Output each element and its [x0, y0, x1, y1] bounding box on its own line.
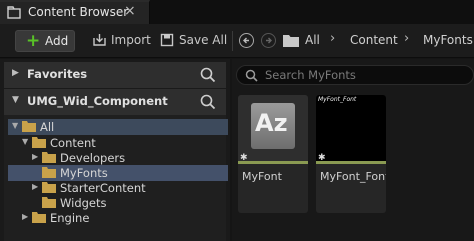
project-section[interactable]: ▼ UMG_Wid_Component: [4, 89, 226, 115]
toolbar-divider: [232, 31, 233, 51]
favorites-label: Favorites: [27, 67, 88, 81]
sources-panel: ▶ Favorites ▼ UMG_Wid_Component ▼ All ▼ …: [0, 59, 230, 241]
project-label: UMG_Wid_Component: [27, 94, 168, 108]
asset-tile-myfont[interactable]: Az ✱ MyFont: [238, 95, 308, 213]
add-button[interactable]: + Add: [15, 30, 75, 52]
asset-tile-myfont-font[interactable]: MyFont_Font ✱ MyFont_Font: [316, 95, 386, 213]
tree-item-label: All: [40, 120, 55, 134]
tree-item-widgets[interactable]: Widgets: [8, 195, 228, 211]
font-icon: Az: [251, 103, 295, 149]
expand-arrow-icon[interactable]: ▶: [32, 152, 38, 161]
asset-thumbnail: MyFont_Font ✱: [316, 95, 386, 163]
folder-open-icon: [32, 137, 46, 148]
folder-icon: [42, 167, 56, 178]
folder-icon: [42, 197, 56, 208]
import-button[interactable]: Import: [92, 31, 151, 51]
save-icon: [160, 33, 174, 47]
tree-item-label: StarterContent: [60, 181, 146, 195]
tree-item-startercontent[interactable]: ▶ StarterContent: [8, 180, 228, 196]
asset-thumbnail: Az ✱: [238, 95, 308, 163]
tree-item-developers[interactable]: ▶ Developers: [8, 150, 228, 166]
search-icon[interactable]: [200, 94, 216, 110]
folder-icon: [283, 35, 299, 47]
tab-content-browser[interactable]: Content Browser ×: [0, 0, 150, 24]
tab-bar: Content Browser ×: [0, 0, 474, 24]
folder-icon: [32, 212, 46, 223]
tree-item-label: Content: [50, 136, 96, 150]
favorites-section[interactable]: ▶ Favorites: [4, 62, 226, 88]
font-preview-text: MyFont_Font: [318, 96, 357, 103]
asset-name: MyFont: [242, 170, 282, 183]
tab-title: Content Browser: [28, 5, 129, 19]
plus-icon: +: [26, 31, 41, 51]
asset-view-panel: Az ✱ MyFont MyFont_Font ✱ MyFont_Font: [232, 59, 474, 241]
search-input[interactable]: [265, 67, 465, 83]
folder-open-icon: [22, 121, 36, 132]
expand-arrow-icon[interactable]: ▶: [32, 182, 38, 191]
import-label: Import: [111, 33, 151, 47]
toolbar: + Add Import Save All All › Content › My…: [0, 24, 474, 58]
breadcrumb-myfonts[interactable]: MyFonts: [423, 33, 473, 47]
tree-item-label: Engine: [50, 211, 90, 225]
folder-tree: ▼ All ▼ Content ▶ Developers MyFonts ▶ S…: [4, 115, 228, 241]
collapse-arrow-icon[interactable]: ▼: [12, 95, 19, 105]
font-icon-text: Az: [255, 109, 288, 137]
tree-item-engine[interactable]: ▶ Engine: [8, 210, 228, 226]
tree-item-myfonts[interactable]: MyFonts: [8, 165, 228, 181]
expand-arrow-icon[interactable]: ▶: [12, 68, 19, 78]
expand-arrow-icon[interactable]: ▶: [22, 212, 28, 221]
folder-icon: [42, 152, 56, 163]
tree-item-label: Developers: [60, 151, 126, 165]
tree-item-content[interactable]: ▼ Content: [8, 135, 228, 151]
close-icon[interactable]: ×: [124, 3, 136, 19]
chevron-right-icon: ›: [404, 31, 410, 46]
asset-name: MyFont_Font: [320, 170, 386, 183]
forward-arrow-icon[interactable]: [261, 33, 276, 48]
save-all-label: Save All: [179, 33, 228, 47]
back-arrow-icon[interactable]: [239, 33, 254, 48]
content-browser-icon: [7, 6, 21, 19]
tree-item-label: MyFonts: [60, 166, 108, 180]
add-label: Add: [45, 34, 69, 48]
breadcrumb-all[interactable]: All: [305, 33, 320, 47]
asset-search-bar[interactable]: [236, 65, 474, 85]
folder-icon: [42, 182, 56, 193]
collapse-arrow-icon[interactable]: ▼: [22, 137, 28, 146]
breadcrumb-content[interactable]: Content: [350, 33, 398, 47]
save-all-button[interactable]: Save All: [160, 31, 228, 51]
tree-item-label: Widgets: [60, 196, 107, 210]
collapse-arrow-icon[interactable]: ▼: [12, 121, 18, 130]
search-icon: [245, 69, 258, 82]
search-icon[interactable]: [200, 67, 216, 83]
asset-type-bar: [316, 161, 386, 164]
asset-type-bar: [238, 161, 308, 164]
chevron-right-icon: ›: [330, 31, 336, 46]
import-icon: [93, 34, 106, 46]
tree-item-all[interactable]: ▼ All: [8, 119, 228, 135]
